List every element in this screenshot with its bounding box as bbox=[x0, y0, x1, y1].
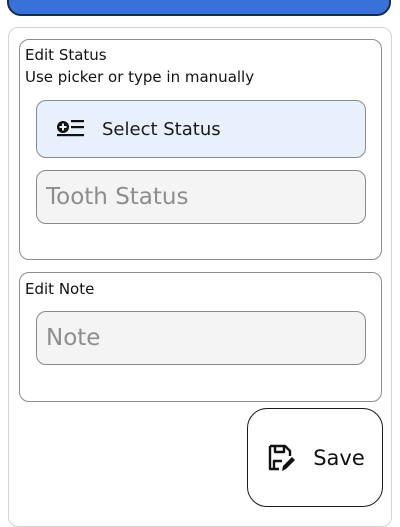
select-status-button[interactable]: Select Status bbox=[36, 100, 366, 158]
save-edit-icon bbox=[265, 442, 297, 474]
top-header-bar bbox=[7, 0, 391, 16]
edit-note-title: Edit Note bbox=[25, 280, 95, 298]
select-status-label: Select Status bbox=[102, 118, 221, 140]
save-label: Save bbox=[313, 445, 365, 470]
note-input[interactable] bbox=[36, 311, 366, 365]
save-button[interactable]: Save bbox=[247, 408, 383, 507]
tooth-status-input[interactable] bbox=[36, 170, 366, 224]
edit-status-subtitle: Use picker or type in manually bbox=[25, 68, 255, 86]
edit-status-title: Edit Status bbox=[25, 46, 107, 64]
list-add-icon bbox=[55, 116, 85, 142]
